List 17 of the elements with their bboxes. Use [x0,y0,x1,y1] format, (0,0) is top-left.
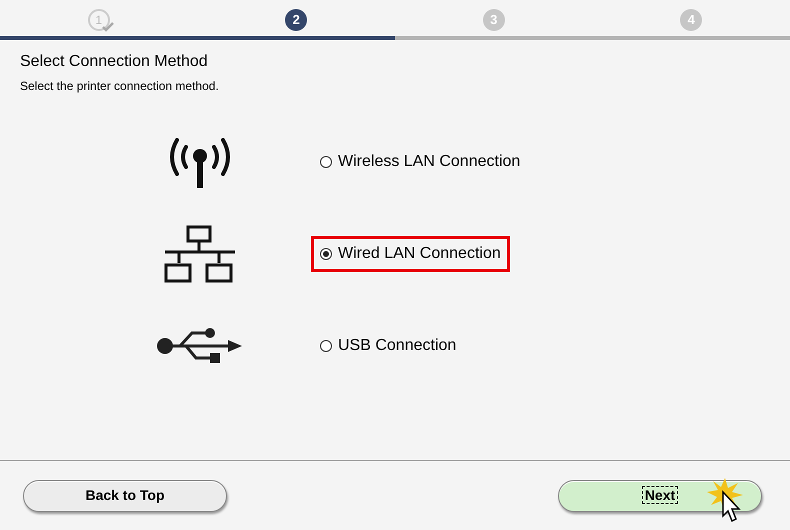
mouse-cursor-icon [705,478,745,524]
radio-option[interactable]: USB Connection [311,328,466,364]
network-icon [163,225,237,283]
radio-button[interactable] [320,340,332,352]
radio-button[interactable] [320,248,332,260]
back-button[interactable]: Back to Top [23,480,227,512]
radio-button[interactable] [320,156,332,168]
radio-option[interactable]: Wireless LAN Connection [311,144,530,180]
page-subtitle: Select the printer connection method. [20,78,220,95]
step-number: 2 [285,9,308,31]
page-title: Select Connection Method [20,52,209,72]
step-number: 3 [482,9,505,31]
radio-option[interactable]: Wired LAN Connection [311,236,510,272]
usb-icon [156,326,244,366]
checkmark-icon [102,22,114,32]
next-button[interactable]: Next [558,480,762,512]
step-number: 4 [680,9,702,31]
